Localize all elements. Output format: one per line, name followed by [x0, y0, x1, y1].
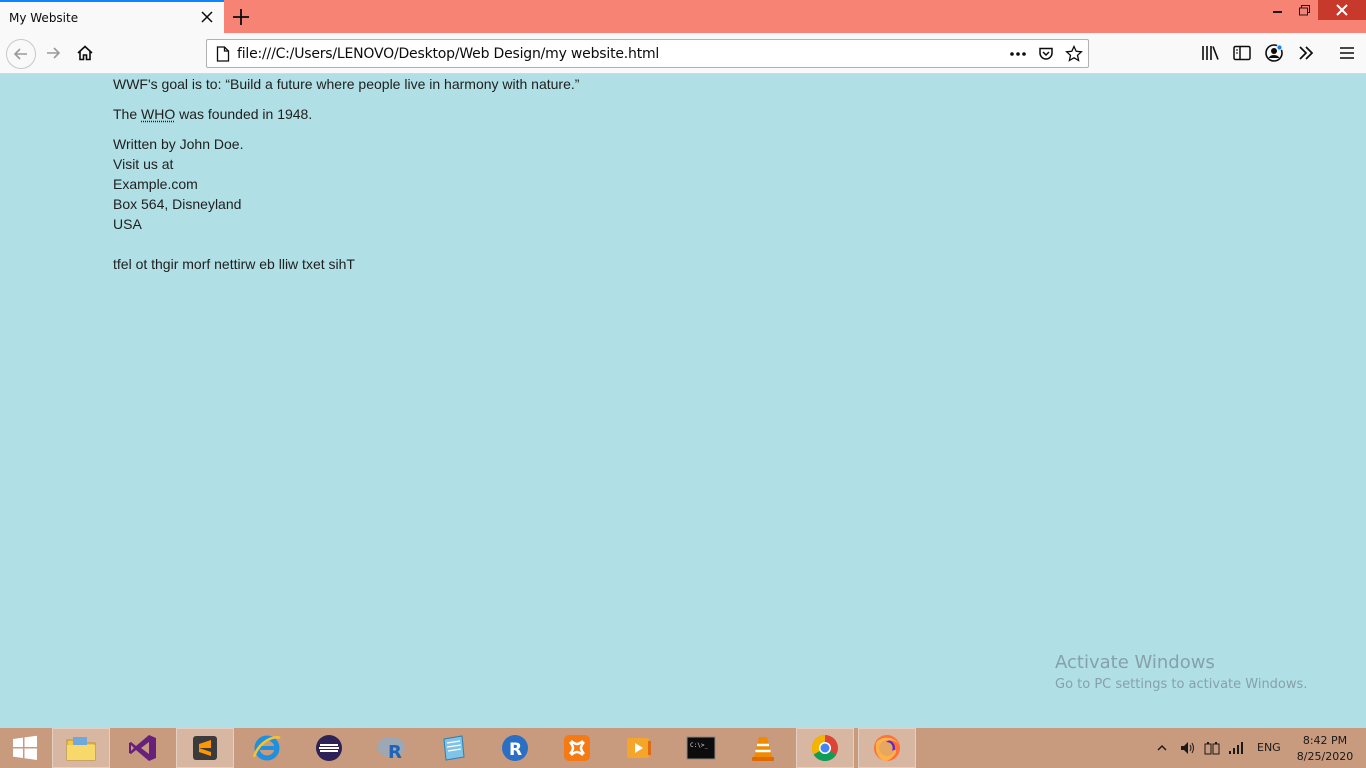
chrome-icon[interactable]	[796, 728, 854, 768]
browser-tab-active[interactable]: My Website	[0, 0, 224, 33]
address-bar[interactable]: file:///C:/Users/LENOVO/Desktop/Web Desi…	[206, 39, 1089, 68]
media-player-icon[interactable]	[610, 728, 668, 768]
sublime-text-icon[interactable]	[176, 728, 234, 768]
overflow-menu-icon[interactable]	[1294, 41, 1318, 65]
battery-icon[interactable]	[1204, 728, 1220, 768]
show-hidden-icons-button[interactable]	[1157, 728, 1167, 768]
close-window-button[interactable]	[1318, 0, 1366, 20]
who-prefix: The	[113, 106, 142, 122]
activate-windows-watermark: Activate Windows Go to PC settings to ac…	[1055, 651, 1307, 695]
file-explorer-icon[interactable]	[52, 728, 110, 768]
svg-text:C:\>_: C:\>_	[690, 742, 708, 749]
home-icon[interactable]	[73, 41, 97, 65]
address-box: Box 564, Disneyland	[113, 196, 242, 212]
contact-address: Written by John Doe. Visit us at Example…	[113, 134, 243, 234]
bdo-reversed-text: tfel ot thgir morf nettirw eb lliw txet …	[113, 256, 355, 272]
vlc-icon[interactable]	[734, 728, 792, 768]
who-suffix: was founded in 1948.	[175, 106, 313, 122]
address-author: Written by John Doe.	[113, 136, 244, 152]
network-signal-icon[interactable]	[1228, 728, 1244, 768]
windows-start-button[interactable]	[0, 728, 50, 768]
address-country: USA	[113, 216, 142, 232]
r-gui-icon[interactable]: R	[486, 728, 544, 768]
input-language-indicator[interactable]: ENG	[1257, 741, 1281, 754]
internet-explorer-icon[interactable]	[238, 728, 296, 768]
close-tab-icon[interactable]	[199, 9, 215, 25]
activate-windows-subtitle: Go to PC settings to activate Windows.	[1055, 677, 1308, 692]
visual-studio-icon[interactable]	[114, 728, 172, 768]
eclipse-icon[interactable]	[300, 728, 358, 768]
sidebar-icon[interactable]	[1230, 41, 1254, 65]
system-clock[interactable]: 8:42 PM 8/25/2020	[1291, 733, 1359, 765]
wwf-quote: “Build a future where people live in har…	[225, 76, 580, 92]
xampp-icon[interactable]	[548, 728, 606, 768]
hamburger-menu-icon[interactable]	[1335, 41, 1359, 65]
bookmark-star-icon[interactable]	[1063, 44, 1085, 64]
restore-window-button[interactable]	[1290, 0, 1318, 20]
minimize-window-button[interactable]	[1264, 0, 1292, 20]
firefox-icon[interactable]	[858, 728, 916, 768]
activate-windows-title: Activate Windows	[1055, 652, 1215, 673]
volume-icon[interactable]	[1180, 728, 1196, 768]
clock-time: 8:42 PM	[1302, 734, 1348, 747]
page-actions-menu-icon[interactable]	[1007, 44, 1029, 64]
library-icon[interactable]	[1198, 41, 1222, 65]
who-abbreviation: WHO	[141, 106, 176, 122]
back-button[interactable]	[6, 39, 36, 69]
clock-date: 8/25/2020	[1296, 750, 1354, 763]
url-text[interactable]: file:///C:/Users/LENOVO/Desktop/Web Desi…	[237, 46, 659, 62]
who-paragraph: The WHO was founded in 1948.	[113, 104, 312, 124]
quote-prefix: WWF's goal is to:	[113, 76, 226, 92]
new-tab-button[interactable]	[230, 6, 252, 28]
windows-taskbar: R R C:\>_ ENG 8:42 PM 8/25/2020	[0, 728, 1366, 768]
page-icon	[216, 46, 230, 67]
tab-strip: My Website	[0, 0, 1366, 33]
address-site: Example.com	[113, 176, 198, 192]
wwf-goal-paragraph: WWF's goal is to: “Build a future where …	[113, 74, 579, 94]
account-icon[interactable]	[1262, 41, 1286, 65]
pocket-icon[interactable]	[1035, 44, 1057, 64]
rstudio-icon[interactable]: R	[362, 728, 420, 768]
forward-button[interactable]	[41, 41, 65, 65]
navigation-toolbar: file:///C:/Users/LENOVO/Desktop/Web Desi…	[0, 33, 1366, 74]
svg-text:R: R	[388, 742, 402, 763]
command-prompt-icon[interactable]: C:\>_	[672, 728, 730, 768]
address-visit: Visit us at	[113, 156, 174, 172]
svg-text:R: R	[509, 740, 522, 760]
notepad-icon[interactable]	[424, 728, 482, 768]
tab-title: My Website	[9, 11, 79, 25]
